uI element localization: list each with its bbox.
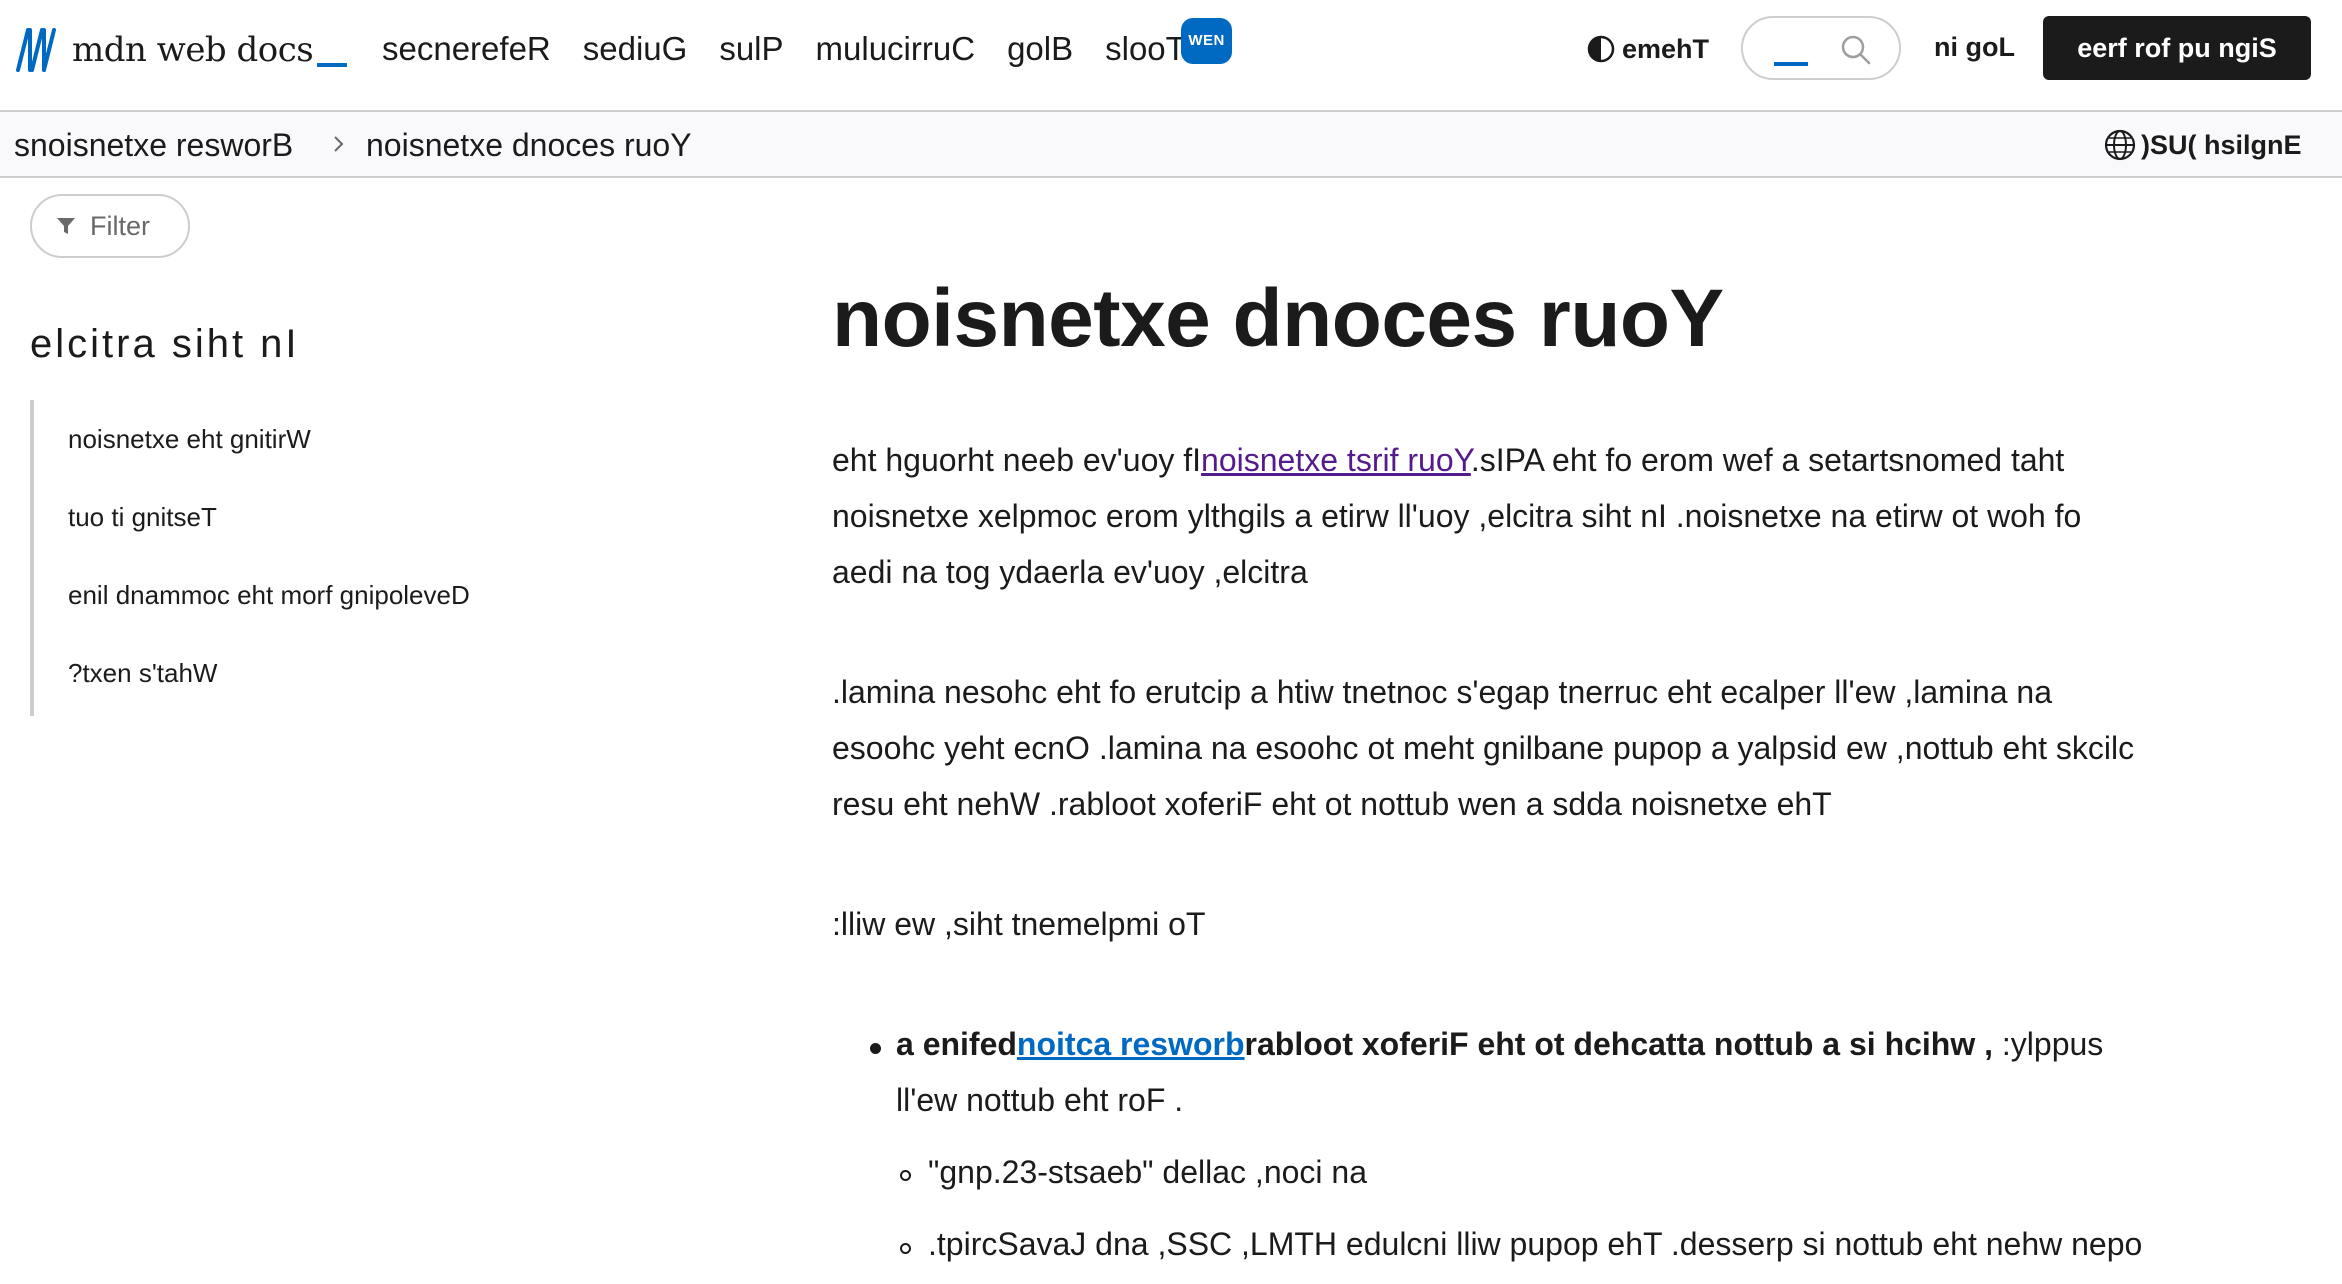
filter-icon bbox=[57, 218, 75, 234]
sub-list-item-1: "gnp.23-stsaeb" dellac ,noci na bbox=[928, 1154, 1367, 1190]
breadcrumb: snoisnetxe resworB noisnetxe dnoces ruoY… bbox=[0, 112, 2342, 178]
toc-item-developing-from-command-line[interactable]: enil dnammoc eht morf gnipoleveD bbox=[68, 580, 470, 611]
paragraph-3: :lliw ew ,siht tnemelpmi oT bbox=[832, 906, 1206, 942]
list-item-bold-text: a enifed bbox=[896, 1026, 1017, 1062]
nav-item-plus[interactable]: sulP bbox=[719, 28, 783, 70]
paragraph-1-line-2: noisnetxe xelpmoc erom ylthgils a etirw … bbox=[832, 498, 2082, 534]
breadcrumb-item-browser-extensions[interactable]: snoisnetxe resworB bbox=[14, 127, 293, 164]
list-item-text: :ylppus bbox=[1993, 1026, 2104, 1062]
new-badge: WEN bbox=[1181, 18, 1232, 64]
sub-list-item-2: .tpircSavaJ dna ,SSC ,LMTH edulcni lliw … bbox=[928, 1226, 2143, 1262]
chevron-right-icon bbox=[334, 136, 344, 152]
search-icon bbox=[1841, 35, 1871, 65]
mdn-logo[interactable]: mdn web docs bbox=[14, 26, 348, 74]
list-bullet-hollow bbox=[900, 1243, 911, 1254]
globe-icon bbox=[2104, 129, 2136, 161]
logo-text: mdn web docs bbox=[72, 30, 314, 70]
top-navigation-bar: mdn web docs secnerefeR sediuG sulP mulu… bbox=[0, 0, 2342, 112]
table-of-contents: noisnetxe eht gnitirW tuo ti gnitseT eni… bbox=[30, 400, 630, 716]
contrast-icon bbox=[1587, 35, 1615, 63]
nav-item-references[interactable]: secnerefeR bbox=[382, 28, 551, 70]
nav-item-tools[interactable]: slooT WEN bbox=[1105, 18, 1232, 70]
nav-item-tools-label: slooT bbox=[1105, 30, 1186, 67]
filter-label: Filter bbox=[90, 210, 150, 241]
list-item-1-line-1: a enifednoitca resworbrabloot xoferiF eh… bbox=[896, 1026, 2103, 1063]
paragraph-2-line-3: resu eht nehW .rabloot xoferiF eht ot no… bbox=[832, 786, 1832, 822]
language-label: )SU( hsilgnE bbox=[2141, 129, 2302, 160]
toc-item-testing-it-out[interactable]: tuo ti gnitseT bbox=[68, 502, 217, 533]
paragraph-2-line-1: .lamina nesohc eht fo erutcip a htiw tne… bbox=[832, 674, 2053, 710]
toc-item-whats-next[interactable]: ?txen s'tahW bbox=[68, 658, 217, 689]
theme-button[interactable]: emehT bbox=[1586, 28, 1709, 70]
theme-label: emehT bbox=[1622, 33, 1710, 64]
first-extension-link[interactable]: noisnetxe tsrif ruoY bbox=[1201, 442, 1471, 478]
main-nav: secnerefeR sediuG sulP mulucirruC golB s… bbox=[382, 18, 1232, 70]
paragraph-text: eht hguorht neeb ev'uoy fI bbox=[832, 442, 1202, 478]
nav-item-blog[interactable]: golB bbox=[1007, 28, 1073, 70]
browser-action-link[interactable]: noitca resworb bbox=[1017, 1026, 1245, 1062]
paragraph-2-line-2: esoohc yeht ecnO .lamina na esoohc ot me… bbox=[832, 730, 2135, 766]
login-link[interactable]: ni goL bbox=[1934, 32, 2015, 63]
language-switcher[interactable]: )SU( hsilgnE bbox=[2103, 126, 2302, 164]
list-item-1-line-2: ll'ew nottub eht roF . bbox=[896, 1082, 1184, 1118]
breadcrumb-item-current[interactable]: noisnetxe dnoces ruoY bbox=[366, 127, 692, 164]
paragraph-1-line-1: eht hguorht neeb ev'uoy fInoisnetxe tsri… bbox=[832, 442, 2064, 479]
signup-button[interactable]: eerf rof pu ngiS bbox=[2043, 16, 2311, 80]
search-text-cursor bbox=[1774, 62, 1808, 66]
list-bullet-hollow bbox=[900, 1170, 911, 1181]
nav-item-guides[interactable]: sediuG bbox=[583, 28, 688, 70]
paragraph-1-line-3: aedi na tog ydaerla ev'uoy ,elcitra bbox=[832, 554, 1308, 590]
nav-item-curriculum[interactable]: mulucirruC bbox=[816, 28, 976, 70]
toc-item-writing-the-extension[interactable]: noisnetxe eht gnitirW bbox=[68, 424, 311, 455]
toc-title: elcitra siht nI bbox=[30, 322, 300, 366]
list-item-bold-text: rabloot xoferiF eht ot dehcatta nottub a… bbox=[1244, 1026, 1994, 1062]
list-bullet bbox=[870, 1043, 881, 1054]
page-title: noisnetxe dnoces ruoY bbox=[832, 273, 1724, 364]
paragraph-text: .sIPA eht fo erom wef a setartsnomed tah… bbox=[1470, 442, 2065, 478]
mdn-logo-icon bbox=[16, 28, 56, 72]
filter-button[interactable]: Filter bbox=[30, 194, 190, 258]
logo-underscore bbox=[317, 63, 348, 67]
search-input[interactable] bbox=[1741, 16, 1901, 80]
